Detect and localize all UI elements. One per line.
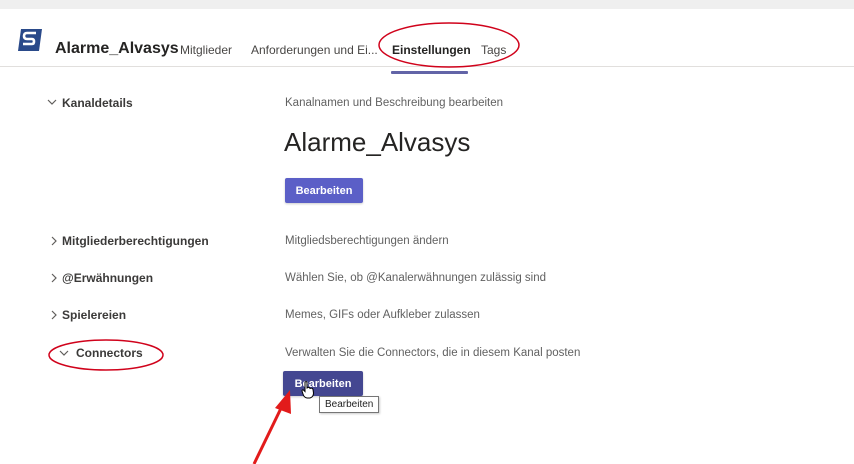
active-tab-indicator [391,71,468,74]
annotation-arrow-shaft [252,399,287,464]
section-desc-spielereien: Memes, GIFs oder Aufkleber zulassen [285,309,480,321]
hand-pointer-icon [301,381,315,399]
section-label-mitgliederberechtigungen[interactable]: Mitgliederberechtigungen [62,234,209,248]
tab-anforderungen[interactable]: Anforderungen und Ei... [251,43,378,57]
edit-connectors-button[interactable]: Bearbeiten [283,371,363,396]
section-label-erwaehnungen[interactable]: @Erwähnungen [62,271,153,285]
app-logo-icon [18,29,42,51]
app-title: Alarme_Alvasys [55,40,179,57]
section-label-spielereien[interactable]: Spielereien [62,308,126,322]
channel-name: Alarme_Alvasys [284,127,471,157]
section-label-connectors[interactable]: Connectors [76,346,143,360]
chevron-down-icon[interactable] [46,96,58,111]
section-desc-mitgliederberechtigungen: Mitgliedsberechtigungen ändern [285,235,449,247]
section-desc-kanaldetails: Kanalnamen und Beschreibung bearbeiten [285,97,504,109]
tab-einstellungen[interactable]: Einstellungen [392,43,471,57]
section-desc-erwaehnungen: Wählen Sie, ob @Kanalerwähnungen zulässi… [285,272,547,284]
tab-tags[interactable]: Tags [481,43,506,57]
section-label-kanaldetails[interactable]: Kanaldetails [62,96,133,110]
edit-channel-details-button[interactable]: Bearbeiten [285,178,363,203]
chevron-right-icon[interactable] [48,309,60,324]
channel-header: Alarme_Alvasys Mitglieder Anforderungen … [0,9,854,74]
chevron-right-icon[interactable] [48,235,60,250]
annotation-overlay [48,22,520,464]
tooltip: Bearbeiten [319,396,380,413]
chevron-down-icon[interactable] [58,347,70,362]
top-strip [0,0,854,9]
section-desc-connectors: Verwalten Sie die Connectors, die in die… [285,347,581,359]
tab-mitglieder[interactable]: Mitglieder [180,43,232,57]
chevron-right-icon[interactable] [48,272,60,287]
